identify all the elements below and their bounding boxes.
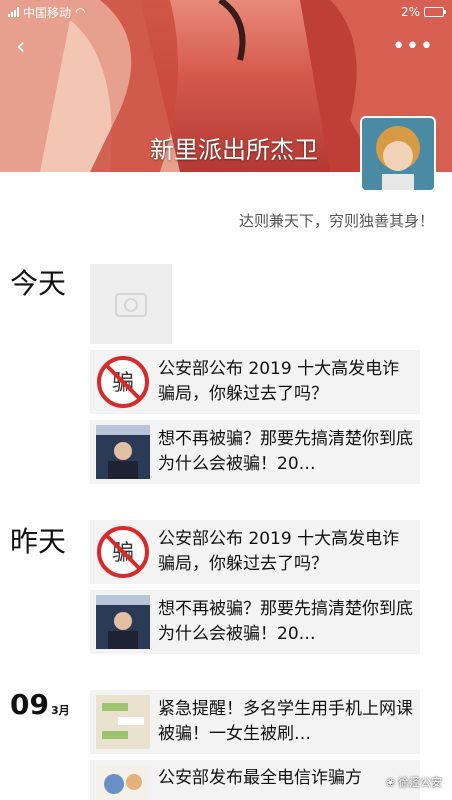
chat-screenshot-thumbnail: [96, 695, 150, 749]
post-title: 想不再被骗？那要先搞清楚你到底为什么会被骗！20…: [158, 599, 413, 644]
month-label: 3月: [50, 704, 70, 717]
carrier-label: 中国移动: [23, 5, 72, 20]
day-number: 09: [10, 688, 49, 721]
post-title: 公安部发布最全电信诈骗方: [158, 768, 362, 788]
post-card[interactable]: 骗 公安部公布 2019 十大高发电诈骗局，你躲过去了吗？: [90, 520, 420, 584]
watermark-text: 徐泾公安: [398, 776, 442, 789]
wifi-icon: ◠: [75, 5, 86, 19]
post-card[interactable]: 公安部发布最全电信诈骗方: [90, 760, 420, 800]
signature-text: 达则兼天下，穷则独善其身！: [238, 212, 434, 230]
avatar[interactable]: [360, 116, 436, 192]
post-photo-placeholder[interactable]: [90, 264, 172, 344]
post-title: 想不再被骗？那要先搞清楚你到底为什么会被骗！20…: [158, 429, 413, 474]
profile-name: 新里派出所杰卫: [150, 136, 318, 164]
battery-percent: 2%: [400, 5, 420, 19]
day-label-today: 今天: [10, 267, 67, 300]
news-photo-thumbnail: [96, 595, 150, 649]
watermark: ❀ 徐泾公安: [386, 774, 442, 790]
day-label-date: 09 3月: [10, 688, 70, 721]
news-photo-thumbnail: [96, 425, 150, 479]
status-bar: 中国移动 ◠ 2%: [0, 0, 452, 24]
post-card[interactable]: 骗 公安部公布 2019 十大高发电诈骗局，你躲过去了吗？: [90, 350, 420, 414]
signal-icon: [8, 7, 19, 17]
post-card[interactable]: 紧急提醒！多名学生用手机上网课被骗！一女生被刷…: [90, 690, 420, 754]
day-label-yesterday: 昨天: [10, 525, 67, 558]
back-arrow-icon[interactable]: ‹: [16, 34, 40, 58]
post-title: 公安部公布 2019 十大高发电诈骗局，你躲过去了吗？: [158, 529, 400, 574]
post-title: 紧急提醒！多名学生用手机上网课被骗！一女生被刷…: [158, 699, 413, 744]
more-dots-icon[interactable]: •••: [392, 34, 434, 59]
post-card[interactable]: 想不再被骗？那要先搞清楚你到底为什么会被骗！20…: [90, 420, 420, 484]
scam-stop-icon: 骗: [96, 525, 150, 579]
wechat-icon: ❀: [385, 775, 395, 789]
scam-stop-icon: 骗: [96, 355, 150, 409]
post-title: 公安部公布 2019 十大高发电诈骗局，你躲过去了吗？: [158, 359, 400, 404]
post-card[interactable]: 想不再被骗？那要先搞清楚你到底为什么会被骗！20…: [90, 590, 420, 654]
avatar-illustration: [362, 118, 434, 190]
cartoon-thumbnail: [96, 766, 150, 800]
battery-icon: [424, 7, 446, 17]
camera-icon: [115, 293, 147, 317]
